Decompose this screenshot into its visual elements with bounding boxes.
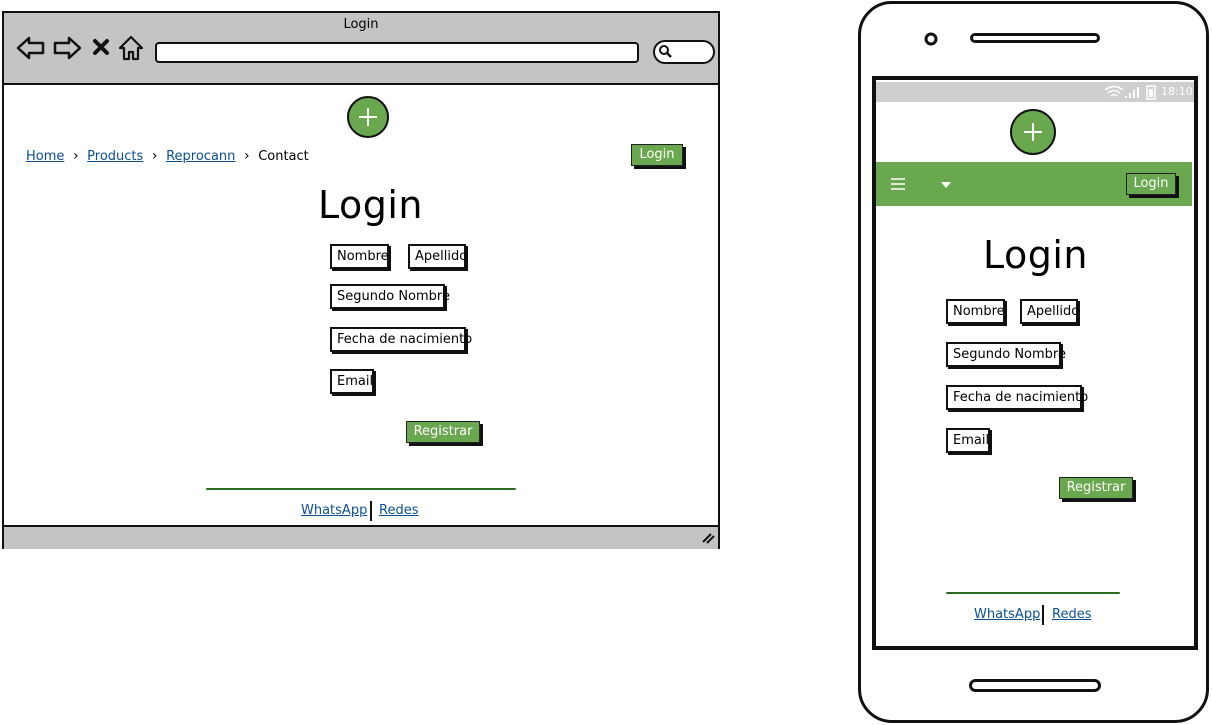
hamburger-icon[interactable] <box>891 178 905 190</box>
phone-footer-whatsapp-link[interactable]: WhatsApp <box>974 607 1040 622</box>
phone-footer-redes-link[interactable]: Redes <box>1052 607 1091 622</box>
phone-apellido-field[interactable]: Apellido <box>1020 299 1079 324</box>
phone-login-button[interactable]: Login <box>1126 173 1176 195</box>
footer-redes-link[interactable]: Redes <box>379 503 418 518</box>
breadcrumb-current: Contact <box>258 149 309 164</box>
wifi-icon <box>1104 85 1124 97</box>
address-bar[interactable] <box>155 42 639 63</box>
camera-icon <box>924 32 938 46</box>
breadcrumb-home[interactable]: Home <box>26 149 64 164</box>
window-title: Login <box>343 17 379 32</box>
phone-segundo-nombre-field[interactable]: Segundo Nombre <box>946 342 1066 367</box>
plus-icon <box>1024 123 1042 141</box>
registrar-button[interactable]: Registrar <box>406 421 480 443</box>
phone-email-field[interactable]: Email <box>946 428 990 453</box>
phone-speaker <box>970 33 1100 43</box>
login-button[interactable]: Login <box>631 144 683 166</box>
signal-icon <box>1125 87 1139 98</box>
phone-registrar-button[interactable]: Registrar <box>1059 477 1133 499</box>
search-icon <box>659 45 672 58</box>
phone-logo[interactable] <box>1010 109 1056 155</box>
breadcrumb-separator: › <box>68 148 84 164</box>
plus-icon <box>359 108 377 126</box>
phone-home-button[interactable] <box>969 679 1101 692</box>
page-title: Login <box>318 183 424 227</box>
segundo-nombre-field[interactable]: Segundo Nombre <box>330 284 450 309</box>
breadcrumb-reprocann[interactable]: Reprocann <box>166 149 235 164</box>
phone-nombre-field[interactable]: Nombre <box>946 299 1005 324</box>
home-icon[interactable] <box>118 35 144 61</box>
footer-separator <box>370 501 372 521</box>
status-time: 18:10 <box>1161 85 1193 98</box>
resize-grip-icon[interactable] <box>701 532 715 544</box>
email-field[interactable]: Email <box>330 369 374 394</box>
footer-divider <box>206 488 516 490</box>
close-icon[interactable] <box>92 38 110 56</box>
footer-whatsapp-link[interactable]: WhatsApp <box>301 503 367 518</box>
apellido-field[interactable]: Apellido <box>408 244 467 269</box>
browser-status-bar <box>4 525 718 549</box>
breadcrumb: Home › Products › Reprocann › Contact <box>26 148 346 164</box>
phone-page-title: Login <box>983 233 1089 277</box>
breadcrumb-products[interactable]: Products <box>87 149 143 164</box>
nombre-field[interactable]: Nombre <box>330 244 389 269</box>
breadcrumb-separator: › <box>147 148 162 164</box>
phone-footer-separator <box>1042 605 1044 625</box>
phone-fecha-nacimiento-field[interactable]: Fecha de nacimiento <box>946 385 1088 410</box>
battery-icon <box>1146 85 1156 100</box>
dropdown-caret-icon[interactable] <box>940 181 952 189</box>
fecha-nacimiento-field[interactable]: Fecha de nacimiento <box>330 327 472 352</box>
back-icon[interactable] <box>16 35 46 61</box>
phone-footer-divider <box>946 592 1120 594</box>
logo[interactable] <box>347 96 389 138</box>
phone-status-bar: 18:10 <box>876 82 1194 102</box>
browser-window: Login Home › Products › Reprocann › Cont… <box>2 11 720 549</box>
browser-toolbar: Login <box>4 13 718 85</box>
breadcrumb-separator: › <box>239 148 255 164</box>
search-box[interactable] <box>653 40 715 64</box>
forward-icon[interactable] <box>52 35 82 61</box>
